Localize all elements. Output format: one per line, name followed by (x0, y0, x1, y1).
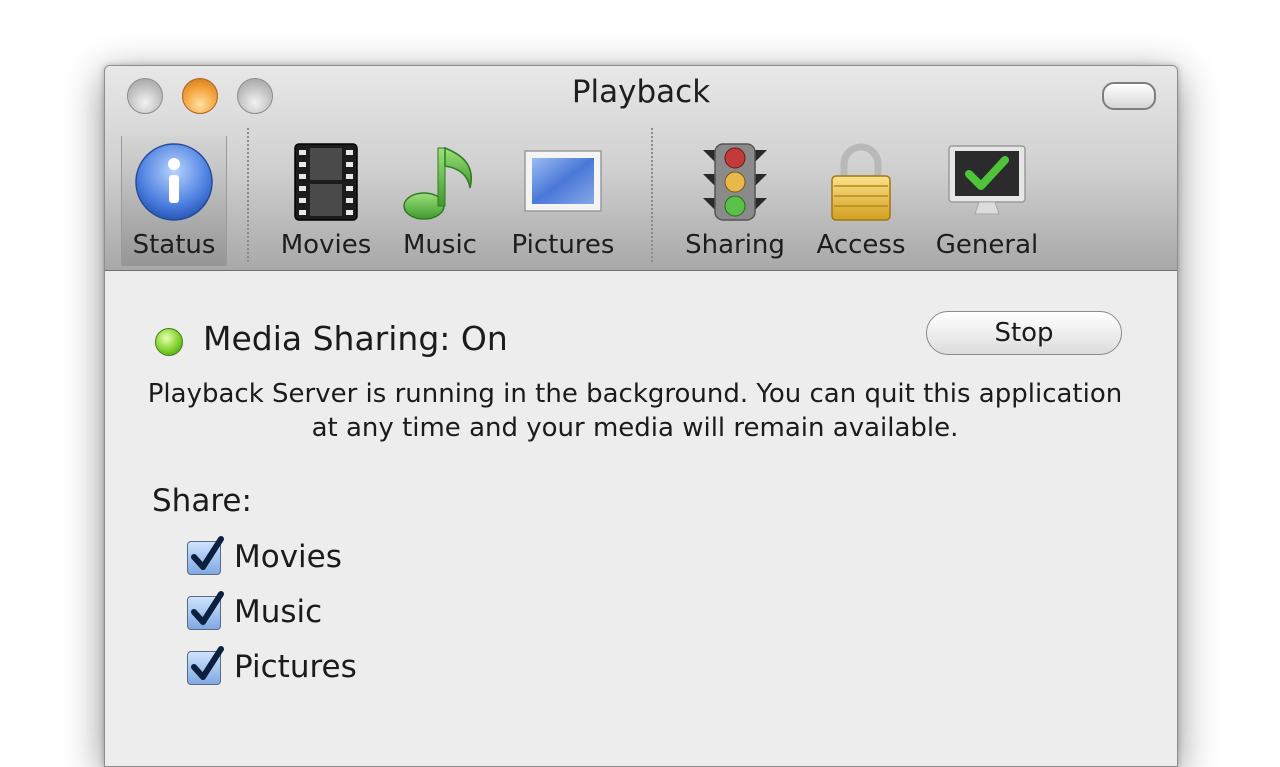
toolbar-separator (651, 128, 653, 262)
picture-icon (524, 150, 602, 216)
title-toolbar: Playback Status Movies Music Pictures Sh… (105, 66, 1177, 271)
film-icon (293, 142, 359, 226)
share-pictures-checkbox[interactable] (187, 646, 224, 685)
share-pictures-label: Pictures (234, 649, 357, 685)
share-movies-checkbox[interactable] (187, 536, 224, 575)
traffic-light-icon (699, 142, 771, 226)
tab-movies[interactable]: Movies (271, 136, 381, 266)
monitor-check-icon (947, 142, 1027, 226)
tab-general-label: General (935, 230, 1039, 260)
tab-status-label: Status (132, 230, 216, 260)
tab-status[interactable]: Status (121, 136, 227, 266)
toolbar-separator (247, 128, 249, 262)
share-label: Share: (152, 483, 252, 519)
preferences-window: Playback Status Movies Music Pictures Sh… (104, 65, 1178, 767)
info-icon (134, 142, 214, 226)
window-title: Playback (571, 74, 711, 110)
status-pane: Media Sharing: On Stop Playback Server i… (105, 271, 1177, 766)
status-indicator-icon (155, 328, 183, 356)
share-music-label: Music (234, 594, 323, 630)
tab-access-label: Access (816, 230, 906, 260)
tab-sharing-label: Sharing (685, 230, 785, 260)
share-music-checkbox[interactable] (187, 591, 224, 630)
tab-movies-label: Movies (280, 230, 372, 260)
tab-pictures-label: Pictures (511, 230, 615, 260)
tab-music[interactable]: Music (395, 136, 485, 266)
media-sharing-status: Media Sharing: On (203, 319, 508, 358)
tab-sharing[interactable]: Sharing (675, 136, 795, 266)
tab-access[interactable]: Access (809, 136, 913, 266)
tab-general[interactable]: General (931, 136, 1043, 266)
tab-pictures[interactable]: Pictures (503, 136, 623, 266)
toolbar-toggle-button[interactable] (1102, 82, 1156, 110)
tab-music-label: Music (403, 230, 477, 260)
music-note-icon (400, 142, 480, 226)
server-description: Playback Server is running in the backgr… (147, 379, 1123, 443)
share-movies-label: Movies (234, 539, 342, 575)
padlock-icon (830, 142, 892, 226)
stop-button[interactable]: Stop (926, 311, 1122, 355)
